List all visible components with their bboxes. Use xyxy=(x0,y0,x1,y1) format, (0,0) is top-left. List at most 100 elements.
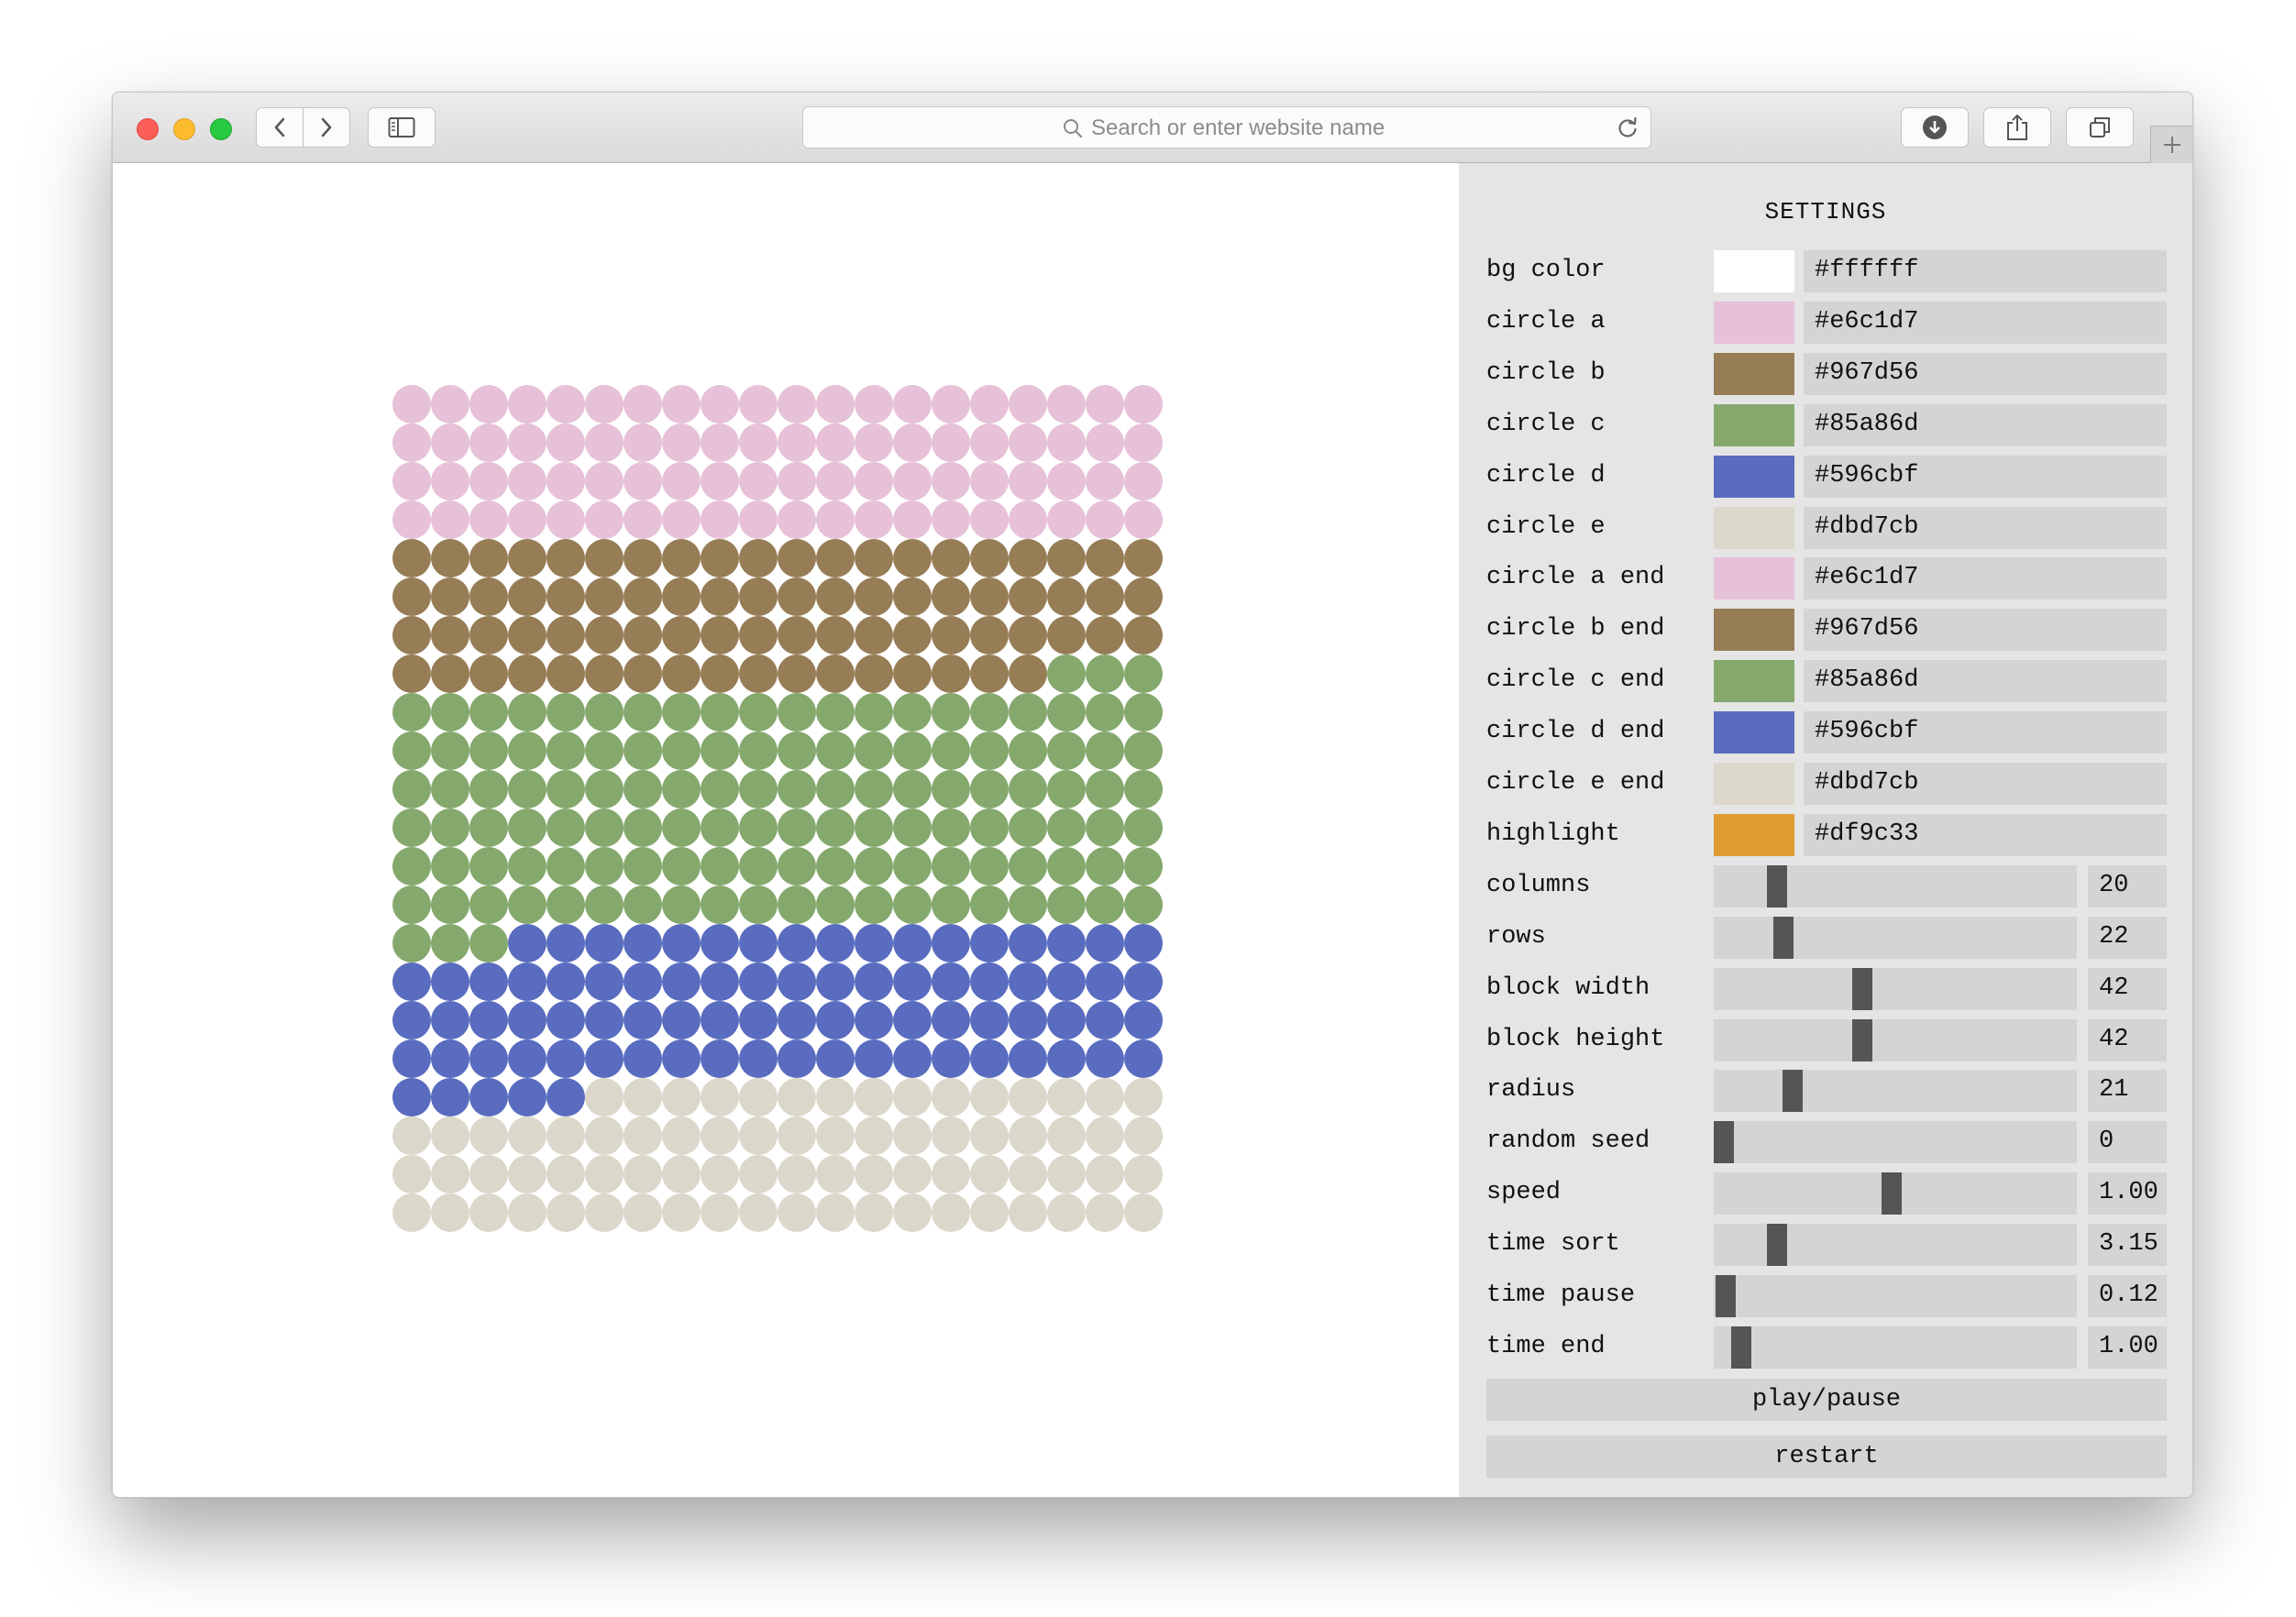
grid-circle xyxy=(970,462,1009,500)
grid-circle xyxy=(816,1001,855,1040)
color-hex-input[interactable]: #596cbf xyxy=(1804,456,2167,498)
color-hex-input[interactable]: #85a86d xyxy=(1804,660,2167,702)
grid-circle xyxy=(1009,1194,1047,1232)
slider-knob[interactable] xyxy=(1714,1121,1734,1163)
setting-slider[interactable] xyxy=(1714,1326,2077,1369)
color-hex-input[interactable]: #ffffff xyxy=(1804,250,2167,292)
setting-value-input[interactable]: 42 xyxy=(2088,1019,2167,1062)
new-tab-button[interactable] xyxy=(2150,126,2192,163)
grid-circle xyxy=(893,539,932,578)
setting-slider[interactable] xyxy=(1714,1275,2077,1317)
setting-slider[interactable] xyxy=(1714,1070,2077,1112)
setting-value-input[interactable]: 0.12 xyxy=(2088,1275,2167,1317)
setting-slider[interactable] xyxy=(1714,917,2077,959)
color-hex-input[interactable]: #85a86d xyxy=(1804,404,2167,446)
color-swatch[interactable] xyxy=(1714,302,1794,344)
grid-circle xyxy=(392,462,431,500)
zoom-window-button[interactable] xyxy=(210,118,232,140)
slider-knob[interactable] xyxy=(1852,968,1872,1010)
grid-circle xyxy=(508,962,546,1001)
color-swatch[interactable] xyxy=(1714,353,1794,395)
reload-icon[interactable] xyxy=(1616,116,1639,139)
back-button[interactable] xyxy=(256,107,304,148)
slider-knob[interactable] xyxy=(1882,1172,1902,1215)
grid-circle xyxy=(469,962,508,1001)
setting-value-input[interactable]: 22 xyxy=(2088,917,2167,959)
grid-circle xyxy=(508,693,546,732)
setting-value-input[interactable]: 1.00 xyxy=(2088,1326,2167,1369)
grid-circle xyxy=(546,693,585,732)
setting-value-input[interactable]: 42 xyxy=(2088,968,2167,1010)
grid-circle xyxy=(469,732,508,770)
color-swatch[interactable] xyxy=(1714,609,1794,651)
slider-knob[interactable] xyxy=(1716,1275,1736,1317)
restart-button[interactable]: restart xyxy=(1486,1436,2167,1478)
grid-circle xyxy=(431,462,469,500)
slider-knob[interactable] xyxy=(1731,1326,1751,1369)
grid-circle xyxy=(816,808,855,847)
color-hex-input[interactable]: #df9c33 xyxy=(1804,814,2167,856)
slider-knob[interactable] xyxy=(1773,917,1794,959)
downloads-button[interactable] xyxy=(1901,107,1969,148)
color-swatch[interactable] xyxy=(1714,763,1794,805)
color-swatch[interactable] xyxy=(1714,814,1794,856)
grid-circle xyxy=(778,1116,816,1155)
grid-circle xyxy=(585,578,624,616)
grid-circle xyxy=(855,654,893,693)
setting-slider[interactable] xyxy=(1714,968,2077,1010)
setting-slider[interactable] xyxy=(1714,1224,2077,1266)
color-swatch[interactable] xyxy=(1714,404,1794,446)
color-swatch[interactable] xyxy=(1714,557,1794,600)
tabs-overview-button[interactable] xyxy=(2066,107,2134,148)
color-hex-input[interactable]: #e6c1d7 xyxy=(1804,302,2167,344)
grid-circle xyxy=(624,1155,662,1194)
color-hex-input[interactable]: #dbd7cb xyxy=(1804,507,2167,549)
slider-knob[interactable] xyxy=(1852,1019,1872,1062)
color-hex-input[interactable]: #967d56 xyxy=(1804,609,2167,651)
setting-value-input[interactable]: 0 xyxy=(2088,1121,2167,1163)
grid-circle xyxy=(624,808,662,847)
grid-circle xyxy=(932,770,970,808)
share-button[interactable] xyxy=(1983,107,2051,148)
grid-circle xyxy=(431,924,469,962)
setting-slider[interactable] xyxy=(1714,1121,2077,1163)
color-swatch[interactable] xyxy=(1714,660,1794,702)
grid-circle xyxy=(1047,770,1086,808)
color-hex-input[interactable]: #e6c1d7 xyxy=(1804,557,2167,600)
slider-knob[interactable] xyxy=(1783,1070,1803,1112)
setting-value-input[interactable]: 21 xyxy=(2088,1070,2167,1112)
forward-button[interactable] xyxy=(303,107,350,148)
grid-circle xyxy=(970,732,1009,770)
grid-circle xyxy=(1086,847,1124,886)
color-swatch[interactable] xyxy=(1714,507,1794,549)
grid-circle xyxy=(855,500,893,539)
color-hex-input[interactable]: #967d56 xyxy=(1804,353,2167,395)
color-swatch[interactable] xyxy=(1714,711,1794,754)
color-hex-input[interactable]: #dbd7cb xyxy=(1804,763,2167,805)
grid-circle xyxy=(1124,693,1163,732)
setting-slider[interactable] xyxy=(1714,1019,2077,1062)
slider-knob[interactable] xyxy=(1767,865,1787,908)
setting-value-input[interactable]: 3.15 xyxy=(2088,1224,2167,1266)
play-pause-button[interactable]: play/pause xyxy=(1486,1379,2167,1421)
slider-knob[interactable] xyxy=(1767,1224,1787,1266)
sidebar-toggle-button[interactable] xyxy=(368,107,436,148)
color-swatch[interactable] xyxy=(1714,250,1794,292)
grid-circle xyxy=(932,1040,970,1078)
setting-label: circle c end xyxy=(1486,666,1665,694)
color-swatch[interactable] xyxy=(1714,456,1794,498)
grid-circle xyxy=(1124,500,1163,539)
color-hex-input[interactable]: #596cbf xyxy=(1804,711,2167,754)
grid-circle xyxy=(392,578,431,616)
setting-label: rows xyxy=(1486,923,1546,951)
setting-value-input[interactable]: 20 xyxy=(2088,865,2167,908)
setting-slider[interactable] xyxy=(1714,865,2077,908)
close-window-button[interactable] xyxy=(137,118,159,140)
address-bar[interactable]: Search or enter website name xyxy=(802,106,1651,148)
setting-slider[interactable] xyxy=(1714,1172,2077,1215)
setting-value-input[interactable]: 1.00 xyxy=(2088,1172,2167,1215)
setting-label: bg color xyxy=(1486,257,1606,284)
grid-circle xyxy=(1009,962,1047,1001)
grid-circle xyxy=(932,1001,970,1040)
minimize-window-button[interactable] xyxy=(173,118,195,140)
